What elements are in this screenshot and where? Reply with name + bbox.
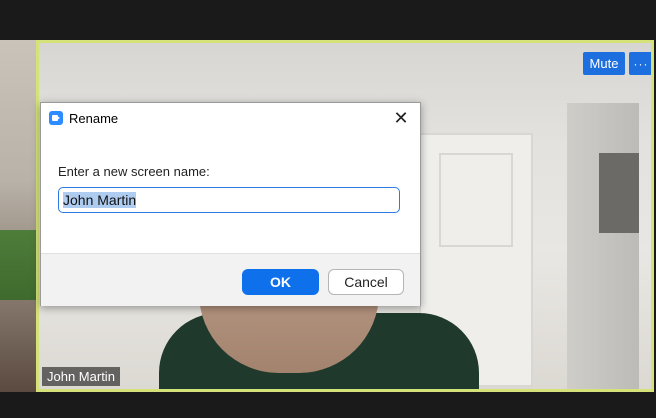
- doorway: [567, 103, 639, 389]
- dialog-title: Rename: [69, 111, 119, 126]
- screen-name-value: John Martin: [63, 192, 137, 208]
- mute-button[interactable]: Mute: [583, 52, 625, 75]
- more-options-button[interactable]: ···: [629, 52, 651, 75]
- dialog-titlebar: Rename ✕: [41, 103, 420, 133]
- zoom-app-icon: [49, 111, 63, 125]
- cancel-button[interactable]: Cancel: [328, 269, 404, 295]
- screen-name-input[interactable]: John Martin: [58, 187, 400, 213]
- rename-prompt: Enter a new screen name:: [58, 164, 210, 179]
- doorway-shadow: [599, 153, 639, 233]
- neighbor-video-tile: [0, 40, 36, 392]
- wall-panel-inset: [439, 153, 513, 247]
- participant-name-label: John Martin: [42, 367, 120, 386]
- top-bar: [0, 0, 656, 40]
- ok-button[interactable]: OK: [242, 269, 319, 295]
- dialog-footer: OK Cancel: [41, 253, 420, 306]
- neighbor-video-detail: [0, 230, 36, 300]
- close-icon[interactable]: ✕: [390, 107, 412, 129]
- rename-dialog: Rename ✕ Enter a new screen name: John M…: [40, 102, 421, 306]
